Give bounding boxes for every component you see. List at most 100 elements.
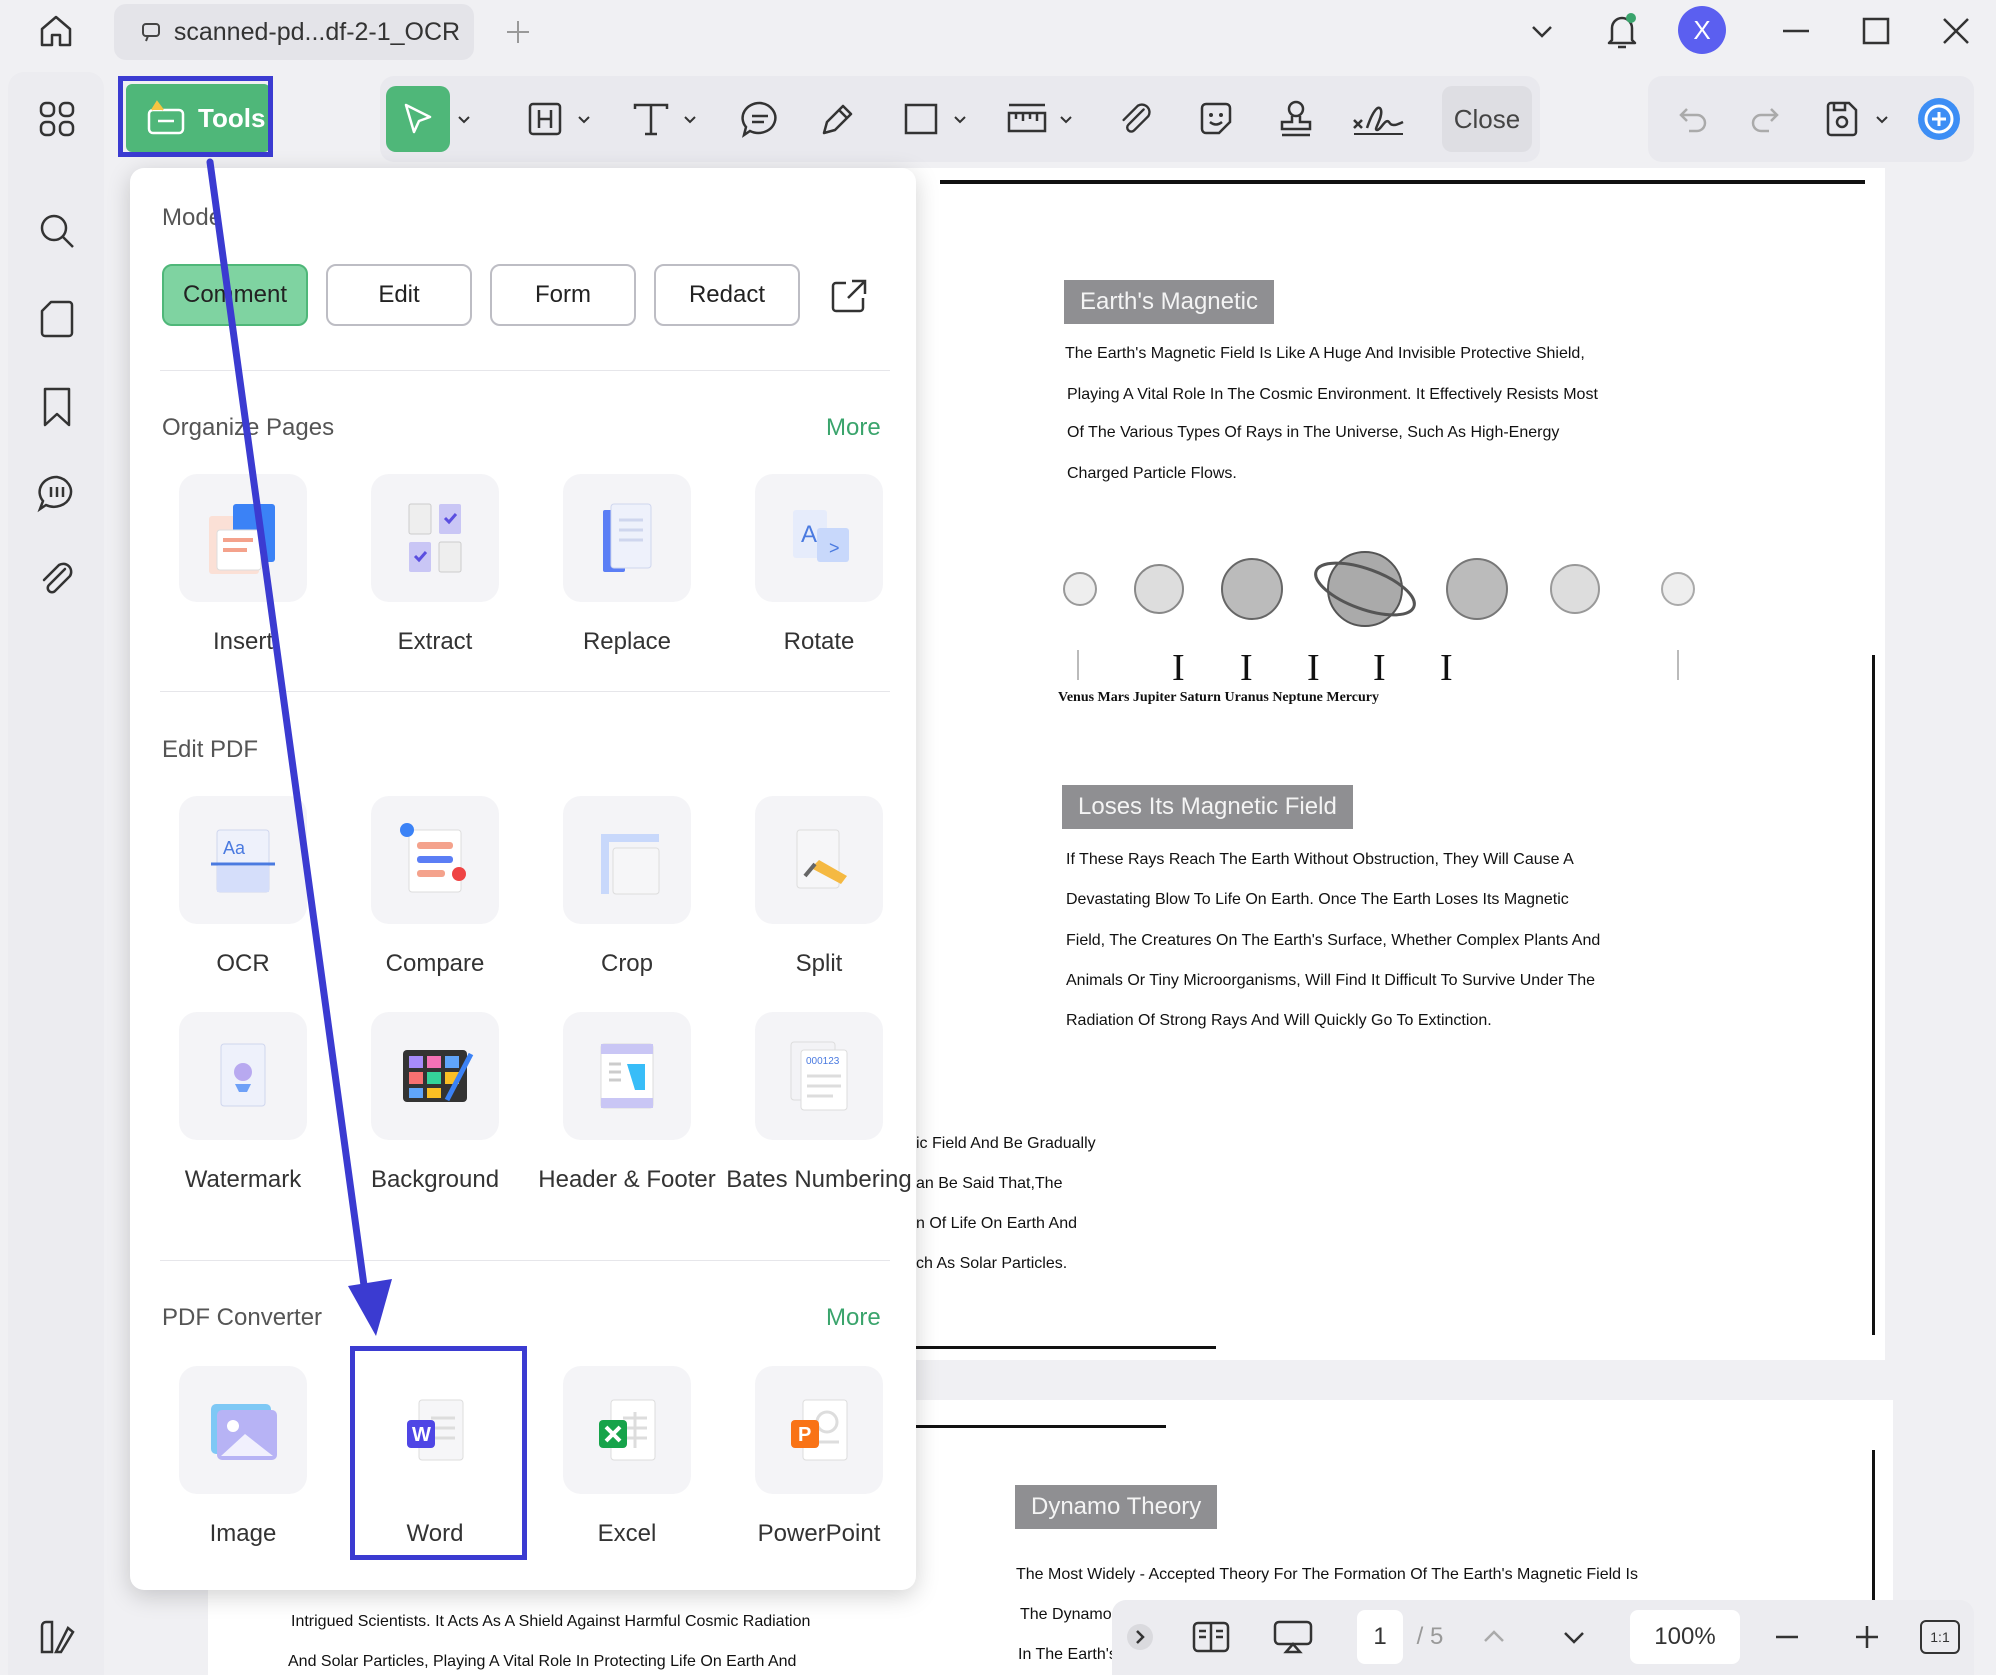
tool-split[interactable]: Split xyxy=(724,796,914,980)
paperclip-icon xyxy=(42,562,73,594)
minimize-button[interactable] xyxy=(1770,8,1822,54)
convert-to-powerpoint-label: PowerPoint xyxy=(757,1520,881,1547)
presentation-button[interactable] xyxy=(1262,1610,1324,1664)
comment-icon xyxy=(741,101,777,138)
tool-watermark[interactable]: Watermark xyxy=(148,1012,338,1196)
notifications-button[interactable] xyxy=(1596,6,1648,56)
page-right-rule xyxy=(1872,655,1875,1335)
sidebar-thumbnails-button[interactable] xyxy=(30,92,84,146)
shape-tool-button[interactable] xyxy=(896,86,946,152)
convert-to-excel[interactable]: Excel xyxy=(532,1366,722,1550)
mode-section-title: Mode xyxy=(162,204,223,231)
tool-replace[interactable]: Replace xyxy=(532,474,722,658)
book-icon xyxy=(1192,1621,1230,1653)
open-external-button[interactable] xyxy=(830,278,870,318)
redo-button[interactable] xyxy=(1740,86,1790,152)
sidebar-comments-button[interactable] xyxy=(30,466,84,520)
text-tool-button[interactable] xyxy=(626,86,676,152)
next-page-button[interactable] xyxy=(1552,1610,1596,1664)
signature-tool-button[interactable] xyxy=(1346,86,1412,152)
actual-size-button[interactable]: 1:1 xyxy=(1920,1620,1960,1654)
svg-text:I: I xyxy=(1440,647,1453,689)
insert-icon xyxy=(179,474,307,602)
measure-tool-dropdown[interactable] xyxy=(1054,86,1078,152)
zoom-level[interactable]: 100% xyxy=(1630,1610,1740,1664)
converter-more-link[interactable]: More xyxy=(826,1304,881,1332)
select-tool-button[interactable] xyxy=(386,86,450,152)
sidebar-bookmarks-button[interactable] xyxy=(30,380,84,434)
mode-edit-button[interactable]: Edit xyxy=(326,264,472,326)
page-layout-button[interactable] xyxy=(1184,1610,1238,1664)
expand-bar-button[interactable] xyxy=(1122,1610,1158,1664)
ai-assistant-button[interactable] xyxy=(1914,86,1964,152)
user-avatar[interactable]: X xyxy=(1678,6,1726,54)
stamp-tool-button[interactable] xyxy=(1268,86,1324,152)
pdf-text-line: The Most Widely - Accepted Theory For Th… xyxy=(1016,1566,1638,1583)
panel-divider xyxy=(160,691,890,692)
undo-button[interactable] xyxy=(1668,86,1718,152)
svg-text:000123: 000123 xyxy=(806,1056,840,1067)
zoom-out-button[interactable] xyxy=(1762,1610,1812,1664)
organize-section-title: Organize Pages xyxy=(162,414,335,441)
new-tab-button[interactable] xyxy=(490,10,546,54)
zoom-in-button[interactable] xyxy=(1842,1610,1892,1664)
home-button[interactable] xyxy=(30,8,82,54)
previous-page-button[interactable] xyxy=(1472,1610,1516,1664)
mode-form-button[interactable]: Form xyxy=(490,264,636,326)
stamp-icon xyxy=(1280,100,1312,137)
tool-crop[interactable]: Crop xyxy=(532,796,722,980)
pdf-heading-dynamo-theory: Dynamo Theory xyxy=(1015,1485,1218,1529)
pdf-converter-section-title: PDF Converter xyxy=(162,1304,323,1331)
sidebar-pages-button[interactable] xyxy=(30,292,84,346)
measure-tool-button[interactable] xyxy=(1002,86,1052,152)
tool-extract[interactable]: Extract xyxy=(340,474,530,658)
edit-pdf-section-title: Edit PDF xyxy=(162,736,259,763)
select-tool-dropdown[interactable] xyxy=(452,86,476,152)
save-button[interactable] xyxy=(1816,86,1866,152)
tool-ocr[interactable]: Aa OCR xyxy=(148,796,338,980)
crop-icon xyxy=(563,796,691,924)
maximize-button[interactable] xyxy=(1850,8,1902,54)
sidebar-ai-button[interactable] xyxy=(30,1610,84,1664)
tool-compare[interactable]: Compare xyxy=(340,796,530,980)
heading-tool-dropdown[interactable] xyxy=(572,86,596,152)
attach-tool-button[interactable] xyxy=(1108,86,1164,152)
mode-redact-button[interactable]: Redact xyxy=(654,264,800,326)
sidebar-attachments-button[interactable] xyxy=(30,552,84,606)
close-window-button[interactable] xyxy=(1930,8,1982,54)
close-tools-button[interactable]: Close xyxy=(1442,86,1532,152)
tool-background[interactable]: Background xyxy=(340,1012,530,1196)
page-top-rule xyxy=(940,180,1865,184)
tool-insert[interactable]: Insert xyxy=(148,474,338,658)
organize-more-link[interactable]: More xyxy=(826,414,881,442)
convert-to-powerpoint[interactable]: P PowerPoint xyxy=(724,1366,914,1550)
tool-extract-label: Extract xyxy=(397,628,473,655)
main-toolbar: Close xyxy=(380,76,1540,162)
tool-rotate[interactable]: A > Rotate xyxy=(724,474,914,658)
mode-comment-button[interactable]: Comment xyxy=(162,264,308,326)
tool-ocr-label: OCR xyxy=(216,950,270,977)
replace-icon xyxy=(563,474,691,602)
shape-tool-dropdown[interactable] xyxy=(948,86,972,152)
text-tool-dropdown[interactable] xyxy=(678,86,702,152)
document-tab[interactable]: scanned-pd...df-2-1_OCR xyxy=(114,4,474,60)
word-highlight-box xyxy=(350,1346,527,1560)
grid-icon xyxy=(39,101,75,137)
tool-header-footer[interactable]: Header & Footer xyxy=(532,1012,722,1196)
pdf-text-line: The Dynamo xyxy=(1020,1606,1112,1623)
pdf-text-line: And Solar Particles, Playing A Vital Rol… xyxy=(288,1653,797,1670)
heading-tool-button[interactable] xyxy=(520,86,570,152)
minimize-icon xyxy=(1783,29,1809,33)
sidebar-search-button[interactable] xyxy=(30,204,84,258)
convert-to-image[interactable]: Image xyxy=(148,1366,338,1550)
sticker-tool-button[interactable] xyxy=(1188,86,1244,152)
pencil-tool-button[interactable] xyxy=(810,86,866,152)
tabs-dropdown-button[interactable] xyxy=(1520,8,1564,54)
note-tool-button[interactable] xyxy=(732,86,788,152)
chevron-right-icon xyxy=(1127,1624,1153,1650)
pencil-icon xyxy=(822,104,853,135)
save-dropdown[interactable] xyxy=(1870,86,1894,152)
page-number-input[interactable]: 1 xyxy=(1357,1610,1403,1664)
tool-bates-numbering[interactable]: 000123 Bates Numbering xyxy=(724,1012,914,1196)
pdf-text-line: Devastating Blow To Life On Earth. Once … xyxy=(1066,891,1569,908)
